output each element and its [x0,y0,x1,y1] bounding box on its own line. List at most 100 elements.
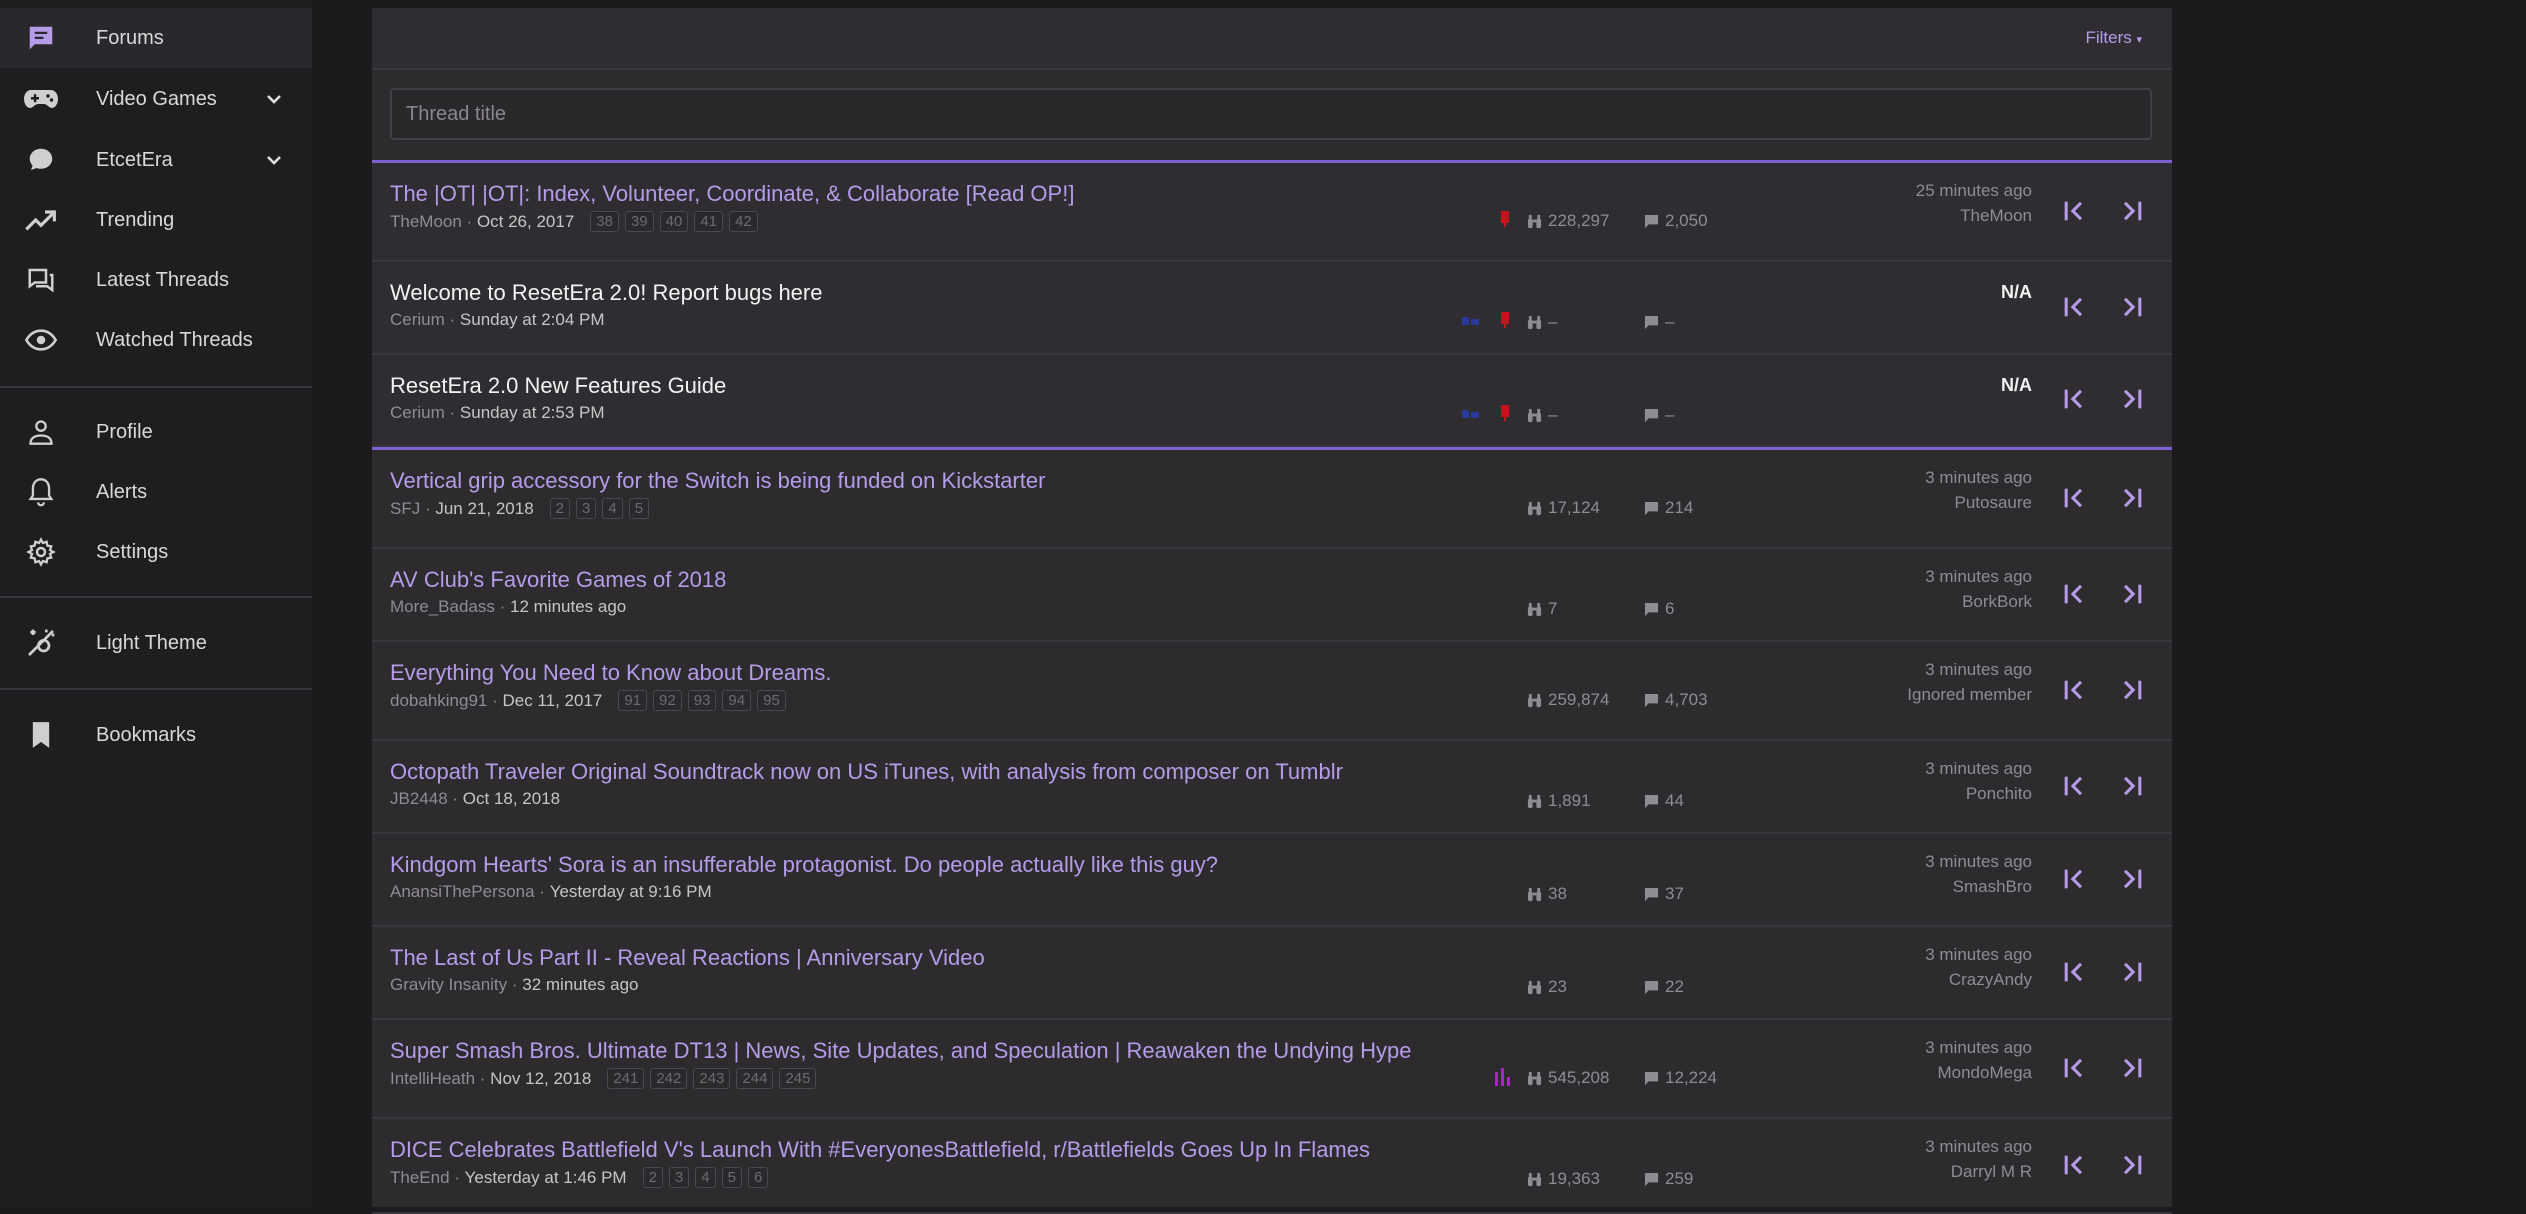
jump-first-icon[interactable] [2060,580,2088,608]
last-post-time[interactable]: 3 minutes ago [1925,1137,2032,1157]
thread-author-link[interactable]: More_Badass [390,597,495,617]
jump-first-icon[interactable] [2060,385,2088,413]
page-link[interactable]: 41 [694,211,724,232]
page-link[interactable]: 243 [693,1068,731,1089]
page-link[interactable]: 4 [695,1167,716,1188]
jump-last-icon[interactable] [2118,293,2146,321]
chevron-down-icon[interactable] [262,148,286,172]
last-post-user[interactable]: Darryl M R [1951,1162,2032,1182]
page-link[interactable]: 93 [687,690,717,711]
page-link[interactable]: 242 [650,1068,688,1089]
page-link[interactable]: 92 [653,690,682,711]
jump-first-icon[interactable] [2060,865,2088,893]
thread-title-link[interactable]: The |OT| |OT|: Index, Volunteer, Coordin… [390,181,1074,207]
last-post-user[interactable]: CrazyAndy [1949,970,2032,990]
page-link[interactable]: 3 [576,498,597,519]
thread-title-link[interactable]: ResetEra 2.0 New Features Guide [390,373,726,399]
jump-first-icon[interactable] [2060,1054,2088,1082]
page-link[interactable]: 95 [757,690,786,711]
thread-author-link[interactable]: TheMoon [390,212,462,232]
last-post-user[interactable]: Ponchito [1966,784,2032,804]
last-post-user[interactable]: Ignored member [1907,685,2032,705]
jump-last-icon[interactable] [2118,1054,2146,1082]
thread-title-link[interactable]: The Last of Us Part II - Reveal Reaction… [390,945,985,971]
page-link[interactable]: 241 [607,1068,645,1089]
sidebar-item-bookmarks[interactable]: Bookmarks [0,705,312,765]
sidebar-item-alerts[interactable]: Alerts [0,462,312,522]
thread-title-link[interactable]: DICE Celebrates Battlefield V's Launch W… [390,1137,1370,1163]
last-post-time[interactable]: 3 minutes ago [1925,660,2032,680]
jump-last-icon[interactable] [2118,580,2146,608]
thread-author-link[interactable]: Cerium [390,310,445,330]
jump-first-icon[interactable] [2060,1151,2088,1179]
thread-author-link[interactable]: dobahking91 [390,691,487,711]
jump-last-icon[interactable] [2118,1151,2146,1179]
thread-title-link[interactable]: Everything You Need to Know about Dreams… [390,660,832,686]
page-link[interactable]: 2 [549,498,570,519]
page-link[interactable]: 38 [590,211,619,232]
jump-last-icon[interactable] [2118,958,2146,986]
thread-title-link[interactable]: Welcome to ResetEra 2.0! Report bugs her… [390,280,822,306]
jump-first-icon[interactable] [2060,484,2088,512]
page-link[interactable]: 40 [659,211,689,232]
sidebar-item-watched-threads[interactable]: Watched Threads [0,310,312,370]
thread-author-link[interactable]: AnansiThePersona [390,882,535,902]
page-link[interactable]: 94 [722,690,752,711]
thread-author-link[interactable]: Gravity Insanity [390,975,507,995]
jump-first-icon[interactable] [2060,772,2088,800]
filters-button[interactable]: Filters ▾ [2085,28,2142,48]
chevron-down-icon[interactable] [262,87,286,111]
jump-last-icon[interactable] [2118,484,2146,512]
page-link[interactable]: 39 [624,211,654,232]
jump-last-icon[interactable] [2118,772,2146,800]
jump-last-icon[interactable] [2118,197,2146,225]
sidebar-item-latest-threads[interactable]: Latest Threads [0,250,312,310]
sidebar-item-trending[interactable]: Trending [0,190,312,250]
sidebar-item-etcetera[interactable]: EtcetEra [0,130,312,190]
jump-first-icon[interactable] [2060,197,2088,225]
sidebar-item-light-theme[interactable]: Light Theme [0,613,312,673]
thread-author-link[interactable]: JB2448 [390,789,448,809]
page-link[interactable]: 4 [602,498,623,519]
jump-last-icon[interactable] [2118,385,2146,413]
jump-first-icon[interactable] [2060,293,2088,321]
thread-author-link[interactable]: TheEnd [390,1168,450,1188]
last-post-time[interactable]: 3 minutes ago [1925,468,2032,488]
sidebar-item-settings[interactable]: Settings [0,522,312,582]
last-post-time[interactable]: 25 minutes ago [1916,181,2032,201]
last-post-user[interactable]: BorkBork [1962,592,2032,612]
thread-author-link[interactable]: IntelliHeath [390,1069,475,1089]
page-link[interactable]: 6 [747,1167,769,1188]
last-post-time[interactable]: 3 minutes ago [1925,759,2032,779]
thread-title-link[interactable]: AV Club's Favorite Games of 2018 [390,567,726,593]
page-link[interactable]: 244 [736,1068,774,1089]
jump-first-icon[interactable] [2060,676,2088,704]
page-link[interactable]: 3 [668,1167,690,1188]
page-link[interactable]: 2 [642,1167,663,1188]
last-post-user[interactable]: Putosaure [1955,493,2033,513]
last-post-user[interactable]: SmashBro [1953,877,2032,897]
thread-title-link[interactable]: Kindgom Hearts' Sora is an insufferable … [390,852,1218,878]
jump-last-icon[interactable] [2118,865,2146,893]
sidebar-item-profile[interactable]: Profile [0,402,312,462]
page-link[interactable]: 5 [628,498,650,519]
thread-title-link[interactable]: Octopath Traveler Original Soundtrack no… [390,759,1343,785]
jump-first-icon[interactable] [2060,958,2088,986]
thread-author-link[interactable]: Cerium [390,403,445,423]
sidebar-item-forums[interactable]: Forums [0,8,312,68]
last-post-time[interactable]: 3 minutes ago [1925,1038,2032,1058]
sidebar-item-video-games[interactable]: Video Games [0,69,312,129]
page-link[interactable]: 91 [618,690,648,711]
jump-last-icon[interactable] [2118,676,2146,704]
thread-title-link[interactable]: Super Smash Bros. Ultimate DT13 | News, … [390,1038,1412,1064]
last-post-time[interactable]: 3 minutes ago [1925,852,2032,872]
thread-author-link[interactable]: SFJ [390,499,420,519]
page-link[interactable]: 245 [779,1068,817,1089]
thread-title-link[interactable]: Vertical grip accessory for the Switch i… [390,468,1045,494]
page-link[interactable]: 5 [721,1167,742,1188]
page-link[interactable]: 42 [729,211,758,232]
last-post-user[interactable]: MondoMega [1937,1063,2032,1083]
last-post-user[interactable]: TheMoon [1960,206,2032,226]
last-post-time[interactable]: 3 minutes ago [1925,567,2032,587]
thread-title-input[interactable] [392,90,2150,138]
